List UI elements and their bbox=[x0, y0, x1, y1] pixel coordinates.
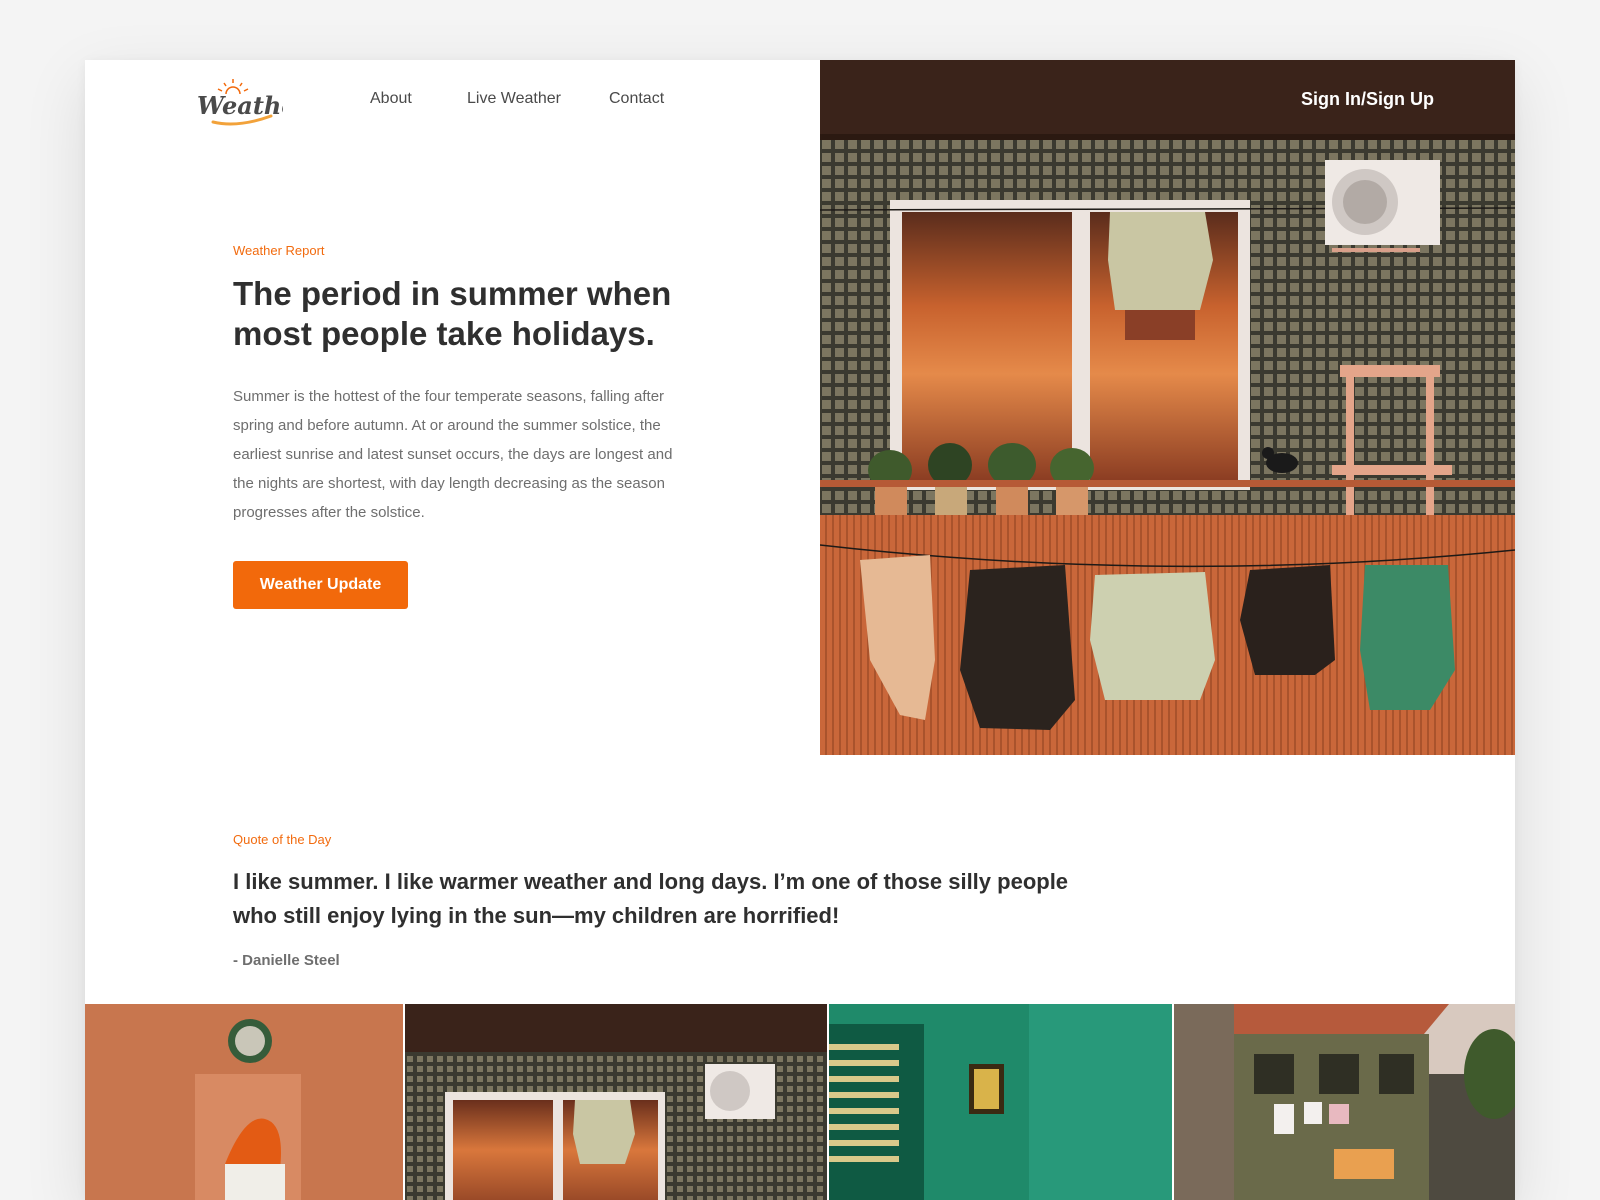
gallery-image-1[interactable] bbox=[85, 1004, 403, 1200]
hero-image bbox=[820, 60, 1515, 755]
logo-sun-icon: Weather bbox=[197, 79, 283, 126]
quote-author: - Danielle Steel bbox=[233, 952, 340, 969]
nav-about[interactable]: About bbox=[370, 90, 412, 108]
nav-contact[interactable]: Contact bbox=[609, 90, 664, 108]
sign-in-link[interactable]: Sign In/Sign Up bbox=[1301, 89, 1434, 110]
quote-text: I like summer. I like warmer weather and… bbox=[233, 869, 1069, 928]
hero-eyebrow: Weather Report bbox=[233, 243, 325, 258]
weather-update-button[interactable]: Weather Update bbox=[233, 561, 408, 609]
gallery-image-2[interactable] bbox=[405, 1004, 827, 1200]
photo-gallery bbox=[85, 1004, 1515, 1200]
gallery-image-3[interactable] bbox=[829, 1004, 1172, 1200]
quote-eyebrow: Quote of the Day bbox=[233, 832, 332, 847]
page-card: Weather About Live Weather Contact bbox=[85, 60, 1515, 1200]
nav-live-weather[interactable]: Live Weather bbox=[467, 90, 561, 108]
hero-title: The period in summer when most people ta… bbox=[233, 275, 672, 352]
gallery-image-4[interactable] bbox=[1174, 1004, 1515, 1200]
weather-logo[interactable]: Weather bbox=[193, 76, 283, 132]
hero-body: Summer is the hottest of the four temper… bbox=[233, 388, 673, 521]
